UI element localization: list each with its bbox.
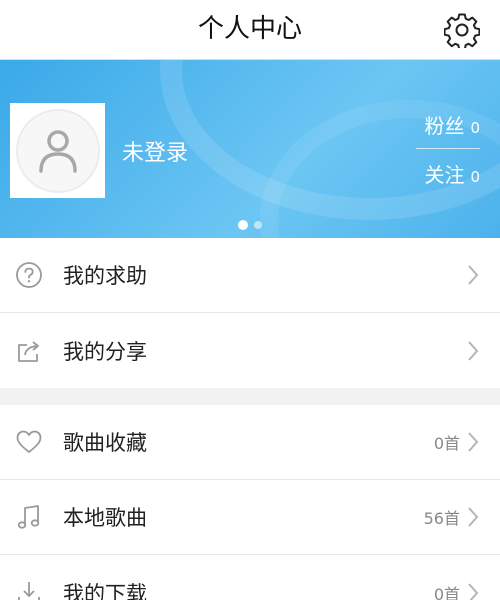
song-count: 0首 [433, 584, 460, 600]
menu-item-label: 我的下载 [63, 581, 147, 600]
profile-banner: 未登录 粉丝 0 关注 0 [0, 60, 500, 238]
user-placeholder-icon [38, 129, 77, 173]
question-circle-icon [14, 260, 44, 290]
avatar-ring [15, 108, 100, 193]
menu-group-help-share: 我的求助 我的分享 [0, 238, 500, 388]
menu-item-my-share[interactable]: 我的分享 [0, 313, 500, 388]
followers-count: 0 [470, 119, 480, 137]
settings-button[interactable] [442, 10, 482, 50]
followers-label: 粉丝 [424, 114, 465, 138]
heart-icon [14, 427, 44, 457]
download-icon [14, 578, 44, 600]
menu-item-label: 歌曲收藏 [63, 431, 147, 455]
music-note-icon [14, 502, 44, 532]
menu-item-my-downloads[interactable]: 我的下载 0首 [0, 555, 500, 600]
chevron-right-icon [466, 581, 480, 600]
chevron-right-icon [466, 339, 480, 363]
followers-stat[interactable]: 粉丝 0 [416, 108, 480, 144]
chevron-right-icon [466, 263, 480, 287]
login-status[interactable]: 未登录 [122, 135, 188, 167]
following-stat[interactable]: 关注 0 [416, 157, 480, 193]
page-dot-active [238, 220, 248, 230]
gear-icon [444, 13, 480, 48]
menu-group-songs: 歌曲收藏 0首 本地歌曲 56首 我的下载 0首 [0, 405, 500, 600]
chevron-right-icon [466, 505, 480, 529]
page-dot [254, 221, 262, 229]
banner-page-indicator [0, 220, 500, 230]
follow-stats: 粉丝 0 关注 0 [416, 108, 480, 193]
top-bar: 个人中心 [0, 0, 500, 60]
menu-item-my-help[interactable]: 我的求助 [0, 238, 500, 313]
share-icon [14, 336, 44, 366]
menu-item-local-songs[interactable]: 本地歌曲 56首 [0, 480, 500, 555]
menu-item-label: 我的求助 [63, 264, 147, 288]
page-title: 个人中心 [197, 14, 302, 44]
song-count: 56首 [423, 509, 460, 528]
song-count: 0首 [433, 434, 460, 453]
following-count: 0 [470, 168, 480, 186]
chevron-right-icon [466, 430, 480, 454]
avatar[interactable] [10, 103, 105, 198]
menu-item-song-favorites[interactable]: 歌曲收藏 0首 [0, 405, 500, 480]
menu-item-label: 本地歌曲 [63, 506, 147, 530]
stats-divider [416, 148, 480, 149]
following-label: 关注 [424, 163, 465, 187]
menu-item-label: 我的分享 [63, 339, 147, 364]
